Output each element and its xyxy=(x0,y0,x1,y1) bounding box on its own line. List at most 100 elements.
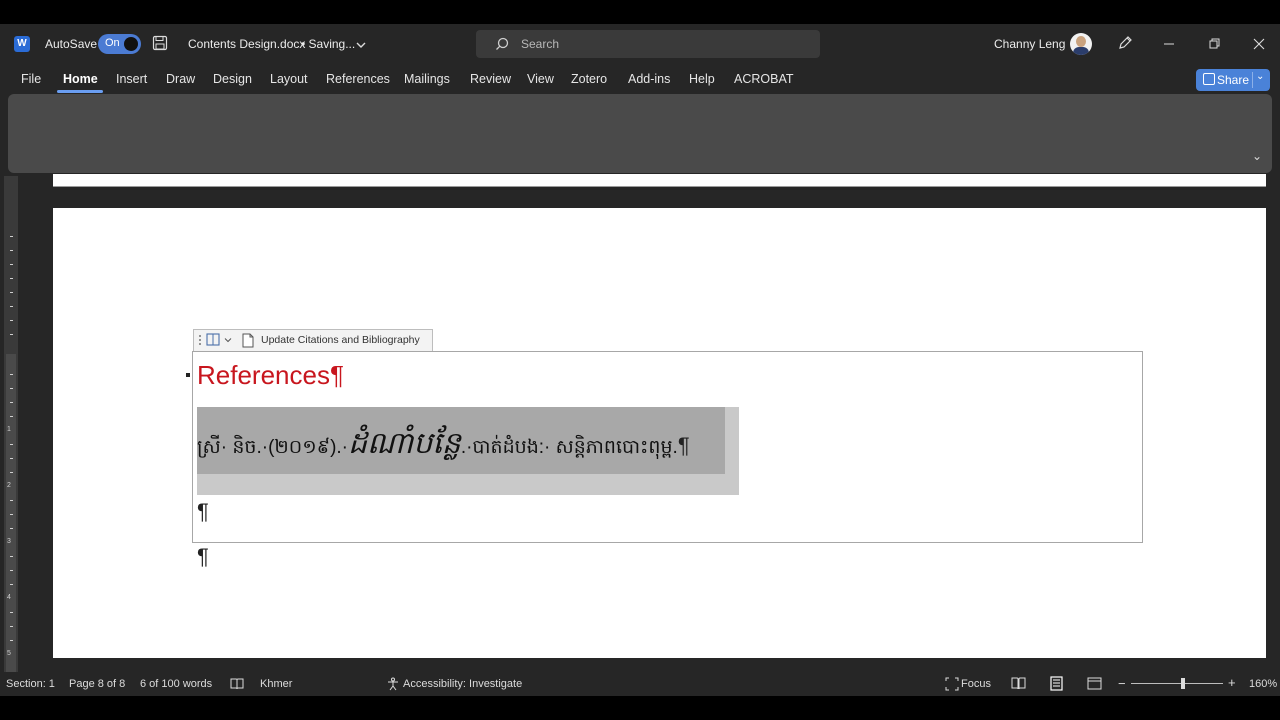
ruler-tick xyxy=(10,374,13,375)
print-layout-icon[interactable] xyxy=(1050,676,1063,691)
document-title[interactable]: Contents Design.docx xyxy=(188,37,305,51)
tab-help[interactable]: Help xyxy=(689,72,715,86)
chevron-down-icon[interactable] xyxy=(355,38,367,50)
update-citations-label[interactable]: Update Citations and Bibliography xyxy=(261,334,420,346)
ruler-tick xyxy=(10,320,13,321)
search-icon xyxy=(496,37,509,50)
chevron-down-icon[interactable] xyxy=(224,336,232,344)
tab-view[interactable]: View xyxy=(527,72,554,86)
entry-author: ស្រី· និច.·(២០១៩).· xyxy=(197,437,349,458)
autosave-toggle[interactable]: On xyxy=(98,34,141,54)
ruler-number: 4 xyxy=(7,594,11,601)
share-button[interactable]: Share ⌄ xyxy=(1196,69,1270,91)
bibliographies-icon[interactable] xyxy=(206,333,222,347)
share-icon xyxy=(1203,73,1215,85)
ruler-tick xyxy=(10,458,13,459)
paragraph-mark-bullet xyxy=(186,373,190,377)
ruler-tick xyxy=(10,402,13,403)
autosave-state: On xyxy=(105,37,120,49)
status-language[interactable]: Khmer xyxy=(260,678,292,690)
tab-zotero[interactable]: Zotero xyxy=(571,72,607,86)
update-document-icon[interactable] xyxy=(241,333,255,348)
autosave-label: AutoSave xyxy=(45,37,98,51)
close-icon[interactable] xyxy=(1247,32,1271,56)
ruler-tick xyxy=(10,388,13,389)
zoom-slider-thumb[interactable] xyxy=(1181,678,1185,689)
tab-mailings[interactable]: Mailings xyxy=(404,72,450,86)
focus-button-label[interactable]: Focus xyxy=(961,678,991,690)
ruler-tick xyxy=(10,236,13,237)
avatar-body xyxy=(1073,47,1089,55)
ruler-tick xyxy=(10,416,13,417)
entry-title: ដំណាំបន្លែ xyxy=(348,427,461,460)
tab-design[interactable]: Design xyxy=(213,72,252,86)
focus-icon[interactable] xyxy=(945,677,959,691)
drag-handle-icon[interactable] xyxy=(197,334,203,346)
ribbon-expand-icon[interactable]: ⌄ xyxy=(1252,149,1262,163)
ruler-number: 5 xyxy=(7,650,11,657)
save-status: • Saving... xyxy=(301,37,356,51)
ruler-tick xyxy=(10,334,13,335)
share-divider xyxy=(1252,72,1253,88)
avatar[interactable] xyxy=(1070,33,1092,55)
tab-layout[interactable]: Layout xyxy=(270,72,308,86)
zoom-out-button[interactable]: − xyxy=(1118,676,1126,691)
word-window: W AutoSave On Contents Design.docx • Sav… xyxy=(0,24,1280,696)
entry-publisher: .·បាត់ដំបង:· សន្តិភាពបោះពុម្ព. xyxy=(460,437,678,458)
restore-icon[interactable] xyxy=(1202,32,1226,56)
proofing-book-icon[interactable] xyxy=(230,678,244,690)
avatar-face xyxy=(1076,36,1086,47)
ruler-tick xyxy=(10,584,13,585)
tab-file[interactable]: File xyxy=(21,72,41,86)
vertical-ruler[interactable]: 1 2 3 4 5 xyxy=(4,176,18,674)
bibliography-control-tab[interactable]: Update Citations and Bibliography xyxy=(193,329,433,351)
ruler-tick xyxy=(10,514,13,515)
ruler-tick xyxy=(10,278,13,279)
tab-add-ins[interactable]: Add-ins xyxy=(628,72,670,86)
save-icon[interactable] xyxy=(152,35,168,51)
tab-draw[interactable]: Draw xyxy=(166,72,195,86)
tab-insert[interactable]: Insert xyxy=(116,72,147,86)
ruler-tick xyxy=(10,444,13,445)
heading-pilcrow: ¶ xyxy=(329,360,344,390)
tab-review[interactable]: Review xyxy=(470,72,511,86)
user-name[interactable]: Channy Leng xyxy=(994,37,1065,51)
previous-page-bottom xyxy=(53,174,1266,187)
chevron-down-icon[interactable]: ⌄ xyxy=(1256,71,1264,82)
status-section[interactable]: Section: 1 xyxy=(6,678,55,690)
ribbon-panel xyxy=(8,94,1272,173)
bibliography-entry[interactable]: ស្រី· និច.·(២០១៩).·ដំណាំបន្លែ.·បាត់ដំបង:… xyxy=(197,424,690,468)
zoom-level[interactable]: 160% xyxy=(1249,678,1277,690)
ruler-number: 3 xyxy=(7,538,11,545)
ruler-tick xyxy=(10,306,13,307)
ruler-tick xyxy=(10,626,13,627)
empty-paragraph-mark[interactable]: ¶ xyxy=(197,499,209,525)
ruler-tick xyxy=(10,528,13,529)
ruler-number: 2 xyxy=(7,482,11,489)
search-placeholder: Search xyxy=(521,37,560,51)
word-logo-icon: W xyxy=(14,36,30,52)
heading-text: References xyxy=(197,360,330,390)
status-page[interactable]: Page 8 of 8 xyxy=(69,678,125,690)
empty-paragraph-mark[interactable]: ¶ xyxy=(197,544,209,570)
tab-acrobat[interactable]: ACROBAT xyxy=(734,72,794,86)
ruler-tick xyxy=(10,472,13,473)
ruler-tick xyxy=(10,292,13,293)
tab-home[interactable]: Home xyxy=(63,72,98,86)
references-heading[interactable]: References¶ xyxy=(197,360,344,391)
zoom-slider-track[interactable] xyxy=(1131,683,1223,684)
web-layout-icon[interactable] xyxy=(1087,677,1102,690)
ruler-tick xyxy=(10,570,13,571)
status-word-count[interactable]: 6 of 100 words xyxy=(140,678,212,690)
tab-references[interactable]: References xyxy=(326,72,390,86)
zoom-in-button[interactable]: + xyxy=(1228,675,1236,690)
status-accessibility[interactable]: Accessibility: Investigate xyxy=(403,678,522,690)
toggle-knob xyxy=(124,37,138,51)
read-mode-icon[interactable] xyxy=(1011,677,1026,690)
ruler-tick xyxy=(10,612,13,613)
minimize-icon[interactable] xyxy=(1157,32,1181,56)
accessibility-icon[interactable] xyxy=(386,677,400,691)
search-box[interactable]: Search xyxy=(476,30,820,58)
ruler-number: 1 xyxy=(7,426,11,433)
pen-icon[interactable] xyxy=(1117,35,1133,51)
